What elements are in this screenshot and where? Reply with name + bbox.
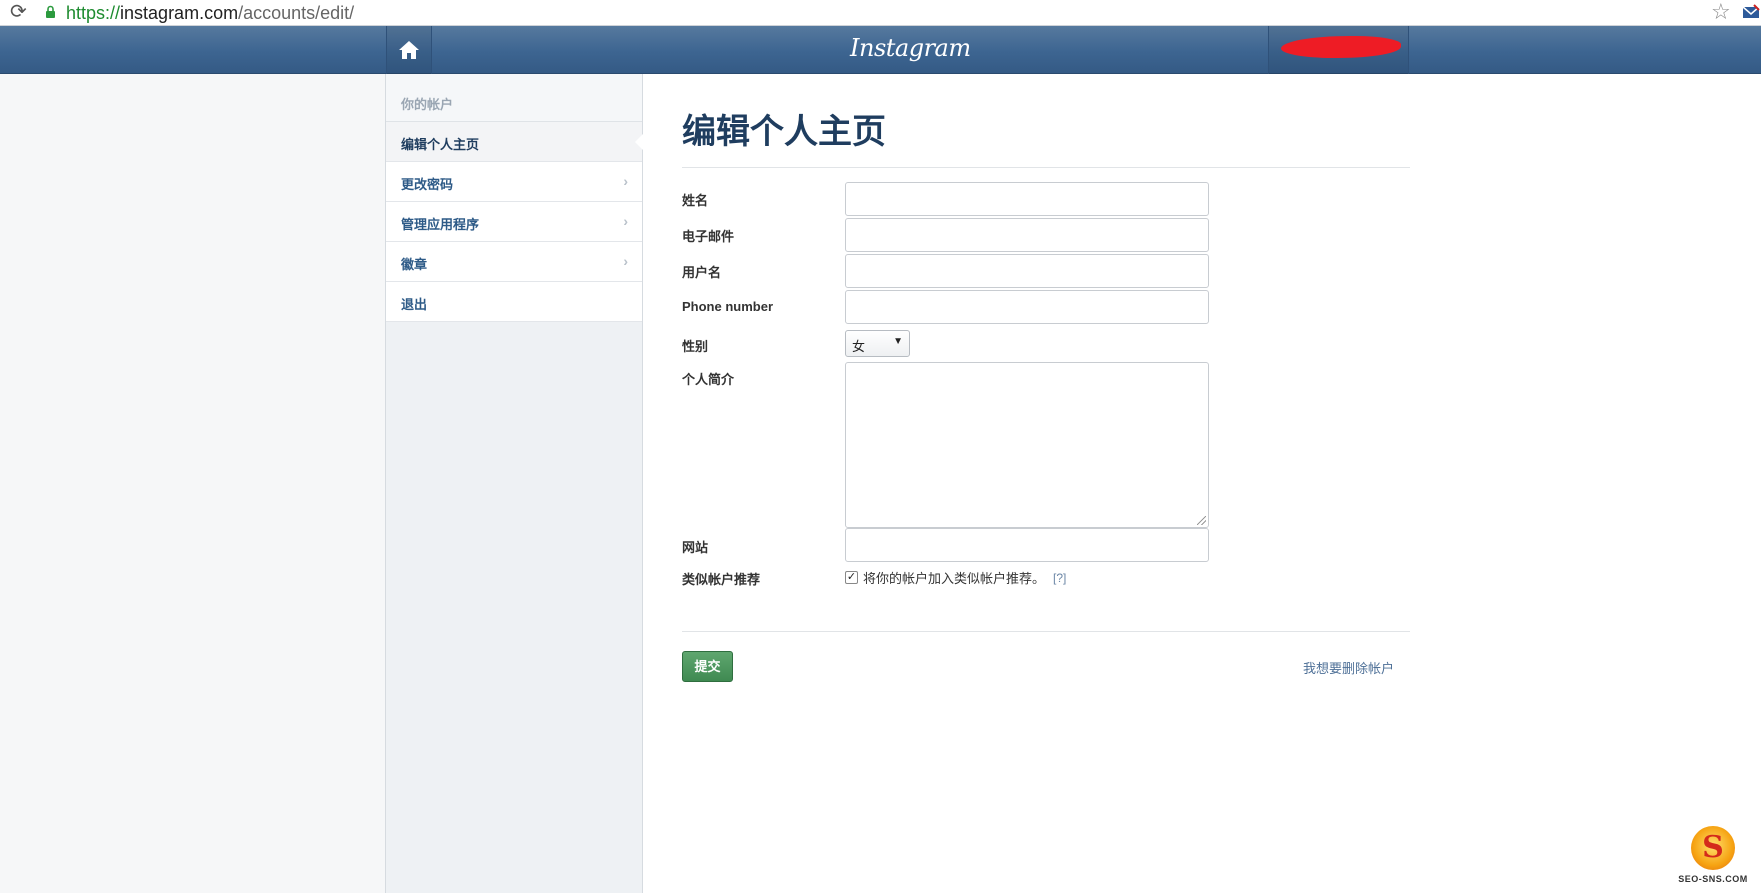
top-navbar: Instagram — [0, 26, 1761, 74]
username-label: 用户名 — [682, 265, 722, 280]
form-footer-divider — [682, 631, 1410, 632]
submit-button[interactable]: 提交 — [682, 651, 733, 682]
sidebar-item-label: 徽章 — [401, 257, 428, 272]
url-field[interactable]: https://instagram.com/accounts/edit/ — [66, 2, 354, 24]
lock-icon — [46, 5, 55, 18]
sidebar-item-change-password[interactable]: 更改密码 › — [386, 162, 642, 202]
url-scheme: https:// — [66, 3, 121, 23]
watermark-logo-icon: S — [1691, 826, 1735, 870]
website-label: 网站 — [682, 540, 709, 555]
phone-field[interactable] — [845, 290, 1209, 324]
chevron-right-icon: › — [623, 213, 628, 229]
chevron-right-icon: › — [623, 253, 628, 269]
sidebar-item-edit-profile[interactable]: 编辑个人主页 — [386, 122, 643, 162]
phone-label: Phone number — [682, 299, 774, 314]
resize-handle-icon[interactable] — [1197, 516, 1206, 525]
name-field[interactable] — [845, 182, 1209, 216]
name-label: 姓名 — [682, 193, 709, 208]
sidebar-heading: 你的帐户 — [386, 74, 642, 122]
account-sidebar: 你的帐户 编辑个人主页 更改密码 › 管理应用程序 › 徽章 › 退出 — [385, 74, 643, 893]
watermark-text: SEO-SNS.COM — [1678, 874, 1748, 884]
sidebar-item-label: 更改密码 — [401, 177, 454, 192]
sidebar-item-logout[interactable]: 退出 — [386, 282, 642, 322]
active-indicator — [635, 134, 643, 150]
sidebar-item-badges[interactable]: 徽章 › — [386, 242, 642, 282]
url-host: instagram.com — [120, 3, 239, 23]
bio-label: 个人简介 — [682, 372, 735, 387]
sidebar-item-label: 编辑个人主页 — [401, 137, 480, 152]
home-icon — [399, 41, 419, 59]
username-field[interactable] — [845, 254, 1209, 288]
website-field[interactable] — [845, 528, 1209, 562]
edit-profile-panel: 编辑个人主页 姓名 电子邮件 用户名 Phone number 性别 女 ▼ 个… — [643, 74, 1761, 893]
sidebar-item-label: 管理应用程序 — [401, 217, 480, 232]
url-path: /accounts/edit/ — [238, 3, 355, 23]
instagram-logo[interactable]: Instagram — [850, 34, 971, 62]
email-field[interactable] — [845, 218, 1209, 252]
email-label: 电子邮件 — [682, 229, 735, 244]
gender-select[interactable]: 女 ▼ — [845, 330, 910, 357]
redacted-username — [1281, 36, 1401, 58]
sidebar-item-manage-apps[interactable]: 管理应用程序 › — [386, 202, 642, 242]
title-divider — [682, 167, 1410, 168]
bookmark-star-icon[interactable]: ☆ — [1711, 0, 1731, 24]
chevron-right-icon: › — [623, 173, 628, 189]
sidebar-item-label: 退出 — [401, 297, 428, 312]
help-link[interactable]: [?] — [1053, 571, 1066, 585]
delete-account-link[interactable]: 我想要删除帐户 — [1303, 658, 1394, 677]
user-profile-button[interactable] — [1268, 26, 1409, 74]
page-title: 编辑个人主页 — [682, 113, 886, 151]
similar-accounts-checkbox[interactable]: ✓ — [845, 571, 858, 584]
similar-accounts-label: 类似帐户推荐 — [682, 572, 761, 587]
bio-textarea[interactable] — [845, 362, 1209, 528]
home-button[interactable] — [386, 26, 432, 74]
similar-accounts-text: 将你的帐户加入类似帐户推荐。 — [863, 571, 1046, 586]
similar-accounts-option: ✓ 将你的帐户加入类似帐户推荐。 [?] — [845, 568, 1066, 587]
browser-address-bar: ⟳ https://instagram.com/accounts/edit/ ☆ — [0, 0, 1761, 26]
gender-label: 性别 — [682, 339, 709, 354]
reload-icon[interactable]: ⟳ — [10, 1, 27, 23]
dropdown-arrow-icon: ▼ — [893, 336, 903, 347]
gender-select-value: 女 — [852, 339, 866, 354]
site-watermark: S SEO-SNS.COM — [1672, 826, 1754, 892]
mail-extension-icon[interactable] — [1742, 4, 1760, 20]
